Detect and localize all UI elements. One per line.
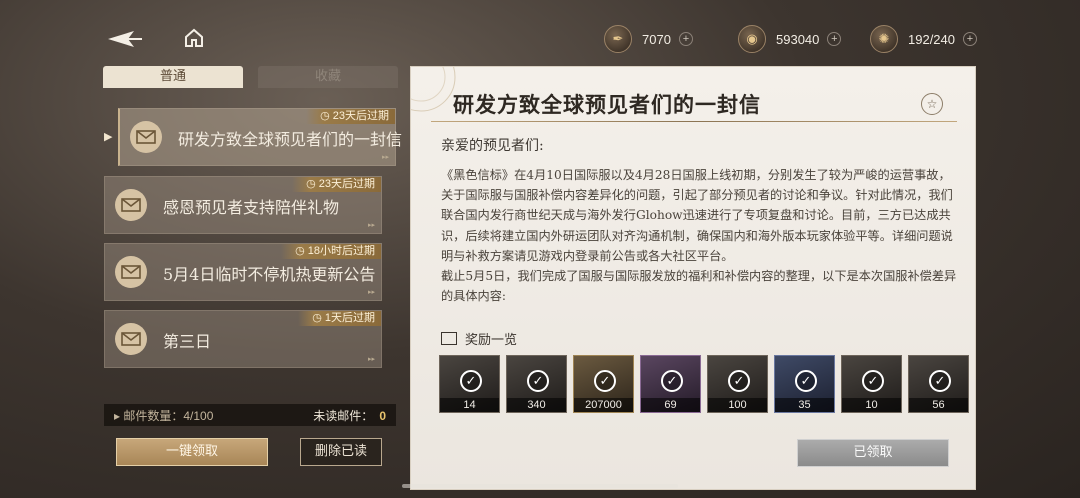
mail-count: ▸ 邮件数量：4/100: [114, 407, 213, 424]
mail-detail-panel: 研发方致全球预见者们的一封信 ☆ 亲爱的预见者们: 《黑色信标》在4月10日国际…: [410, 66, 976, 490]
expiry-text: 1天后过期: [324, 312, 375, 324]
reward-item[interactable]: ✓ 35: [774, 355, 835, 413]
reward-list: ✓ 14 ✓ 340 ✓ 207000 ✓ 69 ✓ 100 ✓ 35 ✓ 10 ✓ 56: [439, 355, 969, 413]
reward-item[interactable]: ✓ 14: [439, 355, 500, 413]
claim-all-button[interactable]: 一键领取: [116, 438, 268, 466]
mail-count-marker-icon: ▸: [114, 408, 124, 423]
mail-count-label: 邮件数量：4/100: [123, 408, 214, 423]
expiry-badge: ◷ 18小时后过期: [281, 244, 381, 259]
expiry-badge: ◷ 23天后过期: [292, 177, 381, 192]
unread-value: 0: [379, 408, 386, 423]
reward-qty: 69: [641, 398, 700, 412]
expiry-badge: ◷ 23天后过期: [306, 109, 395, 124]
mail-count-bar: ▸ 邮件数量：4/100 未读邮件： 0: [104, 404, 396, 426]
mail-item[interactable]: 5月4日临时不停机热更新公告 ◷ 18小时后过期 ▸▸: [104, 243, 382, 301]
add-resource-button[interactable]: +: [827, 32, 842, 46]
claimed-check-icon: ✓: [862, 370, 884, 392]
back-button[interactable]: [104, 28, 144, 50]
reward-qty: 10: [842, 398, 901, 412]
claimed-check-icon: ✓: [594, 370, 616, 392]
expiry-text: 23天后过期: [332, 110, 389, 122]
home-icon: [185, 28, 203, 47]
tab-normal[interactable]: 普通: [103, 66, 243, 88]
reward-item[interactable]: ✓ 56: [908, 355, 969, 413]
resource-quill: ✒ 7070 +: [604, 24, 693, 54]
back-arrow-icon: [108, 31, 142, 47]
mail-title: 5月4日临时不停机热更新公告: [163, 265, 376, 284]
claimed-check-icon: ✓: [929, 370, 951, 392]
title-divider: [431, 121, 957, 122]
reward-qty: 56: [909, 398, 968, 412]
reward-qty: 100: [708, 398, 767, 412]
claimed-check-icon: ✓: [460, 370, 482, 392]
corner-arrows-icon: ▸▸: [367, 222, 375, 229]
claimed-button[interactable]: 已领取: [797, 439, 949, 467]
mail-item[interactable]: 研发方致全球预见者们的一封信 ◷ 23天后过期 ▸▸: [118, 108, 402, 166]
gift-box-icon: [441, 332, 457, 345]
rewards-heading: 奖励一览: [441, 329, 517, 348]
expiry-text: 18小时后过期: [307, 245, 375, 257]
reward-qty: 207000: [574, 398, 633, 412]
mail-title: 第三日: [163, 332, 212, 351]
quill-icon: ✒: [604, 25, 632, 53]
corner-arrows-icon: ▸▸: [381, 154, 389, 161]
greeting: 亲爱的预见者们:: [441, 138, 544, 154]
reward-qty: 340: [507, 398, 566, 412]
home-button[interactable]: [182, 26, 206, 50]
reward-item[interactable]: ✓ 340: [506, 355, 567, 413]
favorite-star-button[interactable]: ☆: [921, 93, 943, 115]
claimed-check-icon: ✓: [728, 370, 750, 392]
resource-value: 593040: [776, 31, 820, 47]
add-resource-button[interactable]: +: [678, 32, 693, 46]
delete-read-button[interactable]: 删除已读: [300, 438, 382, 466]
envelope-icon: [115, 256, 147, 288]
corner-arrows-icon: ▸▸: [367, 289, 375, 296]
reward-item[interactable]: ✓ 100: [707, 355, 768, 413]
mail-body: 《黑色信标》在4月10日国际服以及4月28日国服上线初期，分别发生了较为严峻的运…: [441, 165, 959, 306]
mail-item[interactable]: 感恩预见者支持陪伴礼物 ◷ 23天后过期 ▸▸: [104, 176, 382, 234]
resource-value: 7070: [642, 31, 671, 47]
envelope-icon: [130, 121, 162, 153]
envelope-icon: [115, 323, 147, 355]
claimed-check-icon: ✓: [661, 370, 683, 392]
body-paragraph: 《黑色信标》在4月10日国际服以及4月28日国服上线初期，分别发生了较为严峻的运…: [441, 168, 953, 263]
claimed-check-icon: ✓: [527, 370, 549, 392]
mail-title: 研发方致全球预见者们的一封信: [178, 130, 403, 149]
mail-detail-title: 研发方致全球预见者们的一封信: [453, 92, 761, 117]
energy-orb-icon: ✺: [870, 25, 898, 53]
reward-qty: 35: [775, 398, 834, 412]
corner-arrows-icon: ▸▸: [367, 356, 375, 363]
expiry-text: 23天后过期: [318, 178, 375, 190]
coin-icon: ◉: [738, 25, 766, 53]
resource-coin: ◉ 593040 +: [738, 24, 842, 54]
star-icon: ☆: [926, 97, 938, 111]
body-paragraph: 截止5月5日，我们完成了国服与国际服发放的福利和补偿内容的整理，以下是本次国服补…: [441, 269, 957, 304]
reward-item[interactable]: ✓ 207000: [573, 355, 634, 413]
add-resource-button[interactable]: +: [963, 32, 977, 46]
envelope-icon: [115, 189, 147, 221]
mail-title: 感恩预见者支持陪伴礼物: [163, 198, 340, 217]
resource-value: 192/240: [908, 31, 955, 47]
claimed-check-icon: ✓: [795, 370, 817, 392]
reward-qty: 14: [440, 398, 499, 412]
reward-item[interactable]: ✓ 10: [841, 355, 902, 413]
rewards-heading-text: 奖励一览: [465, 333, 518, 348]
mail-item[interactable]: 第三日 ◷ 1天后过期 ▸▸: [104, 310, 382, 368]
expiry-badge: ◷ 1天后过期: [298, 311, 381, 326]
reward-item[interactable]: ✓ 69: [640, 355, 701, 413]
home-indicator: [402, 484, 678, 488]
selected-pointer-icon: ▶: [104, 131, 113, 143]
unread-count: 未读邮件： 0: [313, 407, 386, 424]
resource-energy: ✺ 192/240 +: [870, 24, 977, 54]
tab-favorites[interactable]: 收藏: [258, 66, 398, 88]
unread-label: 未读邮件：: [313, 408, 374, 423]
